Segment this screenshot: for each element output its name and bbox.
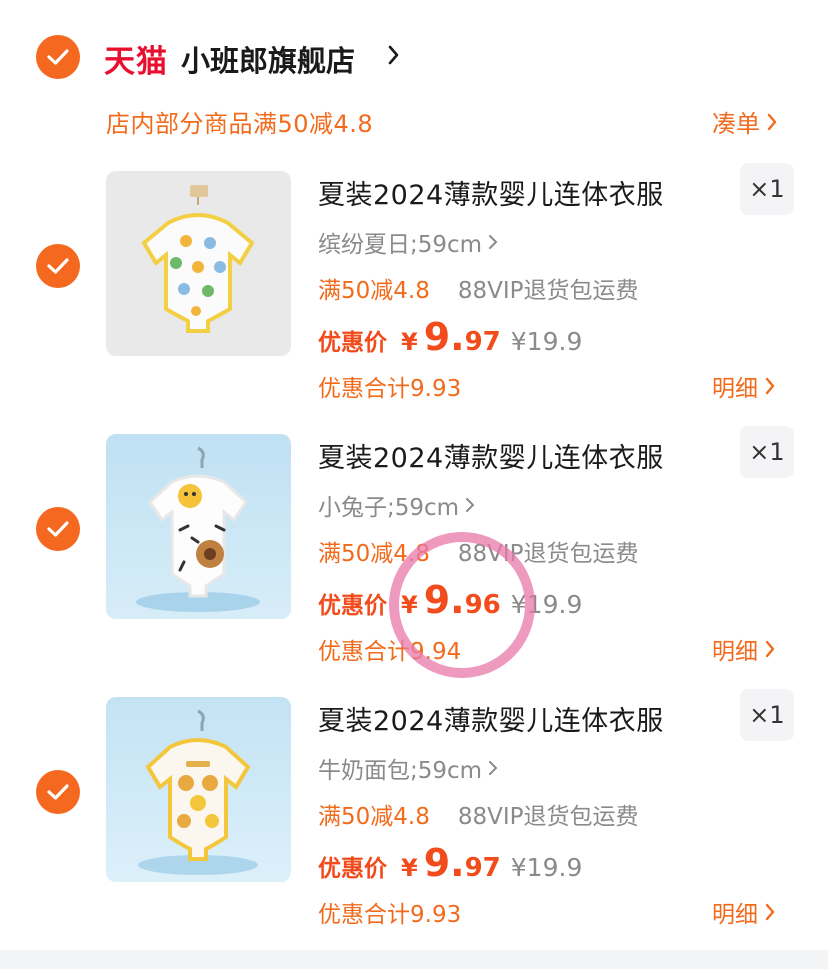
vip-tag: 88VIP退货包运费 [457, 804, 639, 830]
price-row: 优惠价 ¥ 9. 97 ¥19.9 [318, 315, 582, 359]
price-decimal: 97 [464, 327, 501, 357]
quantity-button[interactable]: ×1 [740, 426, 794, 478]
price-decimal: 97 [464, 853, 501, 883]
detail-label: 明细 [712, 376, 758, 402]
detail-label: 明细 [712, 902, 758, 928]
item-select-checkbox[interactable] [36, 770, 80, 814]
cou-dan-label: 凑单 [712, 110, 760, 138]
cart-item: 夏装2024薄款婴儿连体衣服 ×1 牛奶面包;59cm 满50减4.8 88VI… [0, 689, 828, 959]
price-integer: 9. [423, 315, 465, 359]
chevron-right-icon [765, 640, 775, 658]
spec-selector[interactable]: 牛奶面包;59cm [318, 751, 498, 785]
product-image[interactable] [106, 171, 291, 356]
currency-symbol: ¥ [401, 328, 418, 356]
shop-select-checkbox[interactable] [36, 35, 80, 79]
spec-selector[interactable]: 小兔子;59cm [318, 488, 475, 522]
chevron-right-icon [765, 377, 775, 395]
price-integer: 9. [423, 841, 465, 885]
chevron-right-icon [489, 235, 498, 249]
tmall-logo: 天猫 [104, 44, 168, 80]
product-image[interactable] [106, 434, 291, 619]
product-title[interactable]: 夏装2024薄款婴儿连体衣服 [318, 699, 664, 738]
quantity-button[interactable]: ×1 [740, 163, 794, 215]
price-label: 优惠价 [318, 330, 387, 356]
detail-label: 明细 [712, 639, 758, 665]
baby-romper-image [138, 709, 258, 875]
price-row: 优惠价 ¥ 9. 97 ¥19.9 [318, 841, 582, 885]
spec-selector[interactable]: 缤纷夏日;59cm [318, 225, 498, 259]
checkmark-icon [47, 258, 69, 274]
discount-tag: 满50减4.8 [318, 278, 430, 304]
cart-item: 夏装2024薄款婴儿连体衣服 ×1 缤纷夏日;59cm 满50减4.8 88VI… [0, 163, 828, 433]
spec-label: 小兔子;59cm [318, 495, 460, 521]
product-title[interactable]: 夏装2024薄款婴儿连体衣服 [318, 436, 664, 475]
baby-romper-image [141, 185, 255, 333]
checkmark-icon [47, 49, 69, 65]
price-label: 优惠价 [318, 593, 387, 619]
price-label: 优惠价 [318, 856, 387, 882]
quantity-button[interactable]: ×1 [740, 689, 794, 741]
cou-dan-link[interactable]: 凑单 [712, 104, 778, 139]
chevron-right-icon [767, 113, 777, 130]
currency-symbol: ¥ [401, 854, 418, 882]
checkmark-icon [47, 784, 69, 800]
spec-label: 缤纷夏日;59cm [318, 232, 483, 258]
product-title[interactable]: 夏装2024薄款婴儿连体衣服 [318, 173, 664, 212]
original-price: ¥19.9 [510, 327, 583, 356]
chevron-right-icon [489, 761, 498, 775]
product-image[interactable] [106, 697, 291, 882]
saving-total: 优惠合计9.93 [318, 376, 462, 402]
bottom-divider [0, 950, 828, 969]
shop-header: 天猫 小班郎旗舰店 [0, 0, 828, 100]
chevron-right-icon [765, 903, 775, 921]
vip-tag: 88VIP退货包运费 [457, 278, 639, 304]
shop-name-link[interactable]: 小班郎旗舰店 [181, 38, 355, 80]
spec-label: 牛奶面包;59cm [318, 758, 483, 784]
item-select-checkbox[interactable] [36, 244, 80, 288]
baby-romper-image [136, 446, 260, 612]
checkmark-icon [47, 521, 69, 537]
shop-promo-text: 店内部分商品满50减4.8 [106, 110, 374, 138]
chevron-right-icon [466, 498, 475, 512]
detail-link[interactable]: 明细 [712, 369, 776, 403]
annotation-circle [389, 532, 535, 678]
promo-tags: 满50减4.8 88VIP退货包运费 [318, 271, 639, 305]
detail-link[interactable]: 明细 [712, 895, 776, 929]
chevron-right-icon[interactable] [387, 44, 401, 66]
discount-tag: 满50减4.8 [318, 804, 430, 830]
saving-total: 优惠合计9.93 [318, 902, 462, 928]
detail-link[interactable]: 明细 [712, 632, 776, 666]
promo-tags: 满50减4.8 88VIP退货包运费 [318, 797, 639, 831]
original-price: ¥19.9 [510, 853, 583, 882]
item-select-checkbox[interactable] [36, 507, 80, 551]
